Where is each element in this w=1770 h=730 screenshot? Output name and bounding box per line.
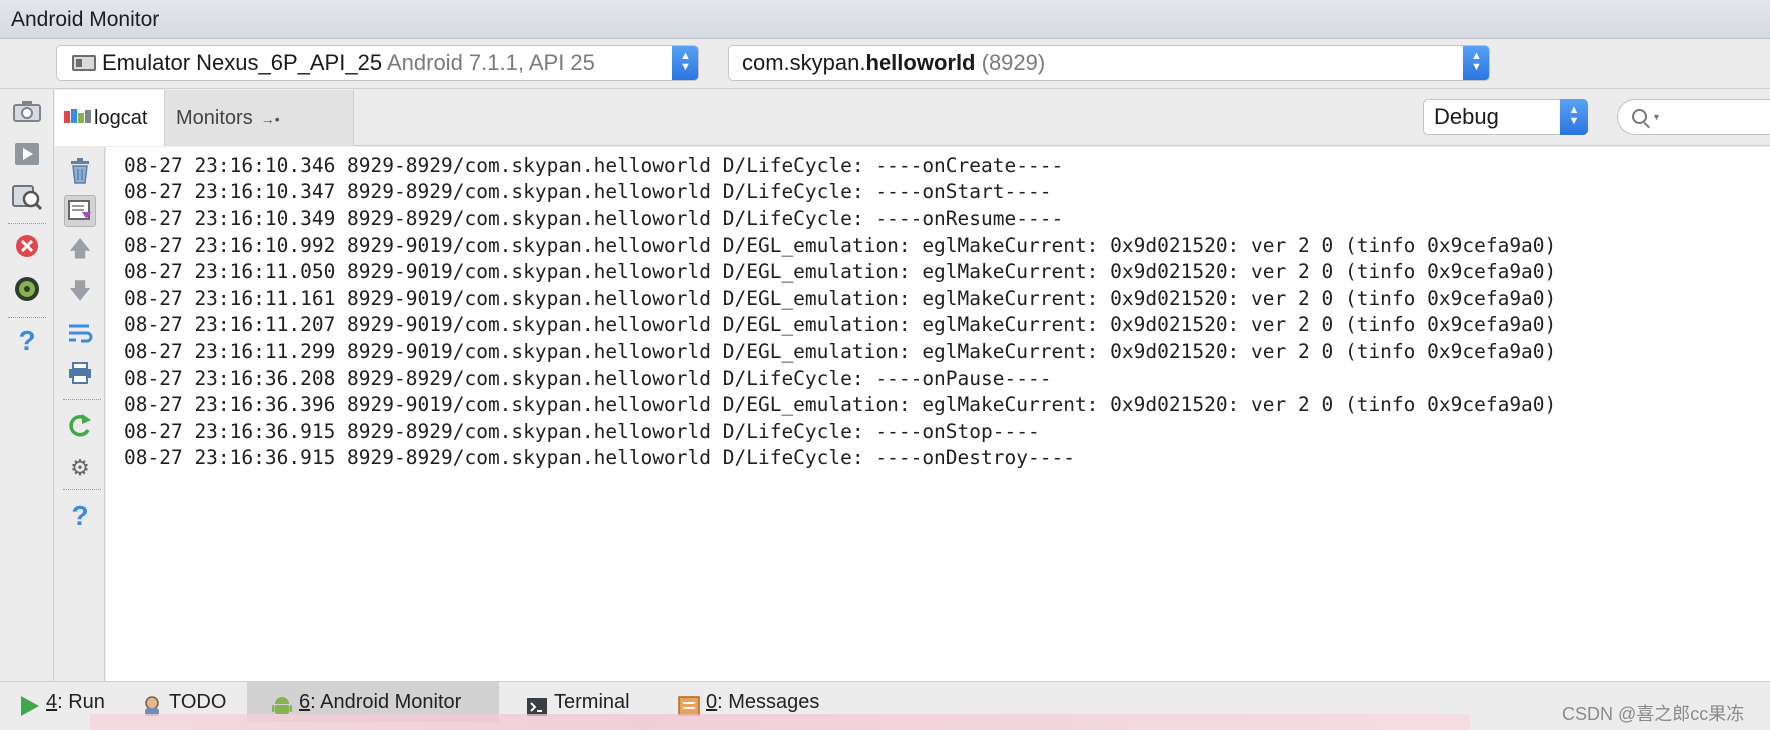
process-pid: (8929) xyxy=(981,50,1046,75)
toolbar-separator xyxy=(63,489,101,490)
tab-terminal-label: Terminal xyxy=(554,691,630,713)
tab-monitors-label: Monitors xyxy=(176,107,253,129)
run-icon xyxy=(18,691,40,716)
help-icon[interactable]: ? xyxy=(11,325,43,356)
tab-logcat[interactable]: logcat xyxy=(55,90,165,146)
search-icon[interactable] xyxy=(1632,109,1647,124)
clear-logcat-icon[interactable] xyxy=(64,155,96,187)
restart-icon[interactable] xyxy=(64,409,96,441)
device-name: Emulator Nexus_6P_API_25 xyxy=(102,50,383,75)
tab-logcat-label: logcat xyxy=(94,107,148,129)
decorative-strip xyxy=(90,714,1470,730)
monitor-side-toolbar: ? xyxy=(0,90,54,681)
help-icon[interactable]: ? xyxy=(64,500,96,532)
device-version: Android 7.1.1, API 25 xyxy=(386,50,595,75)
log-line: 08-27 23:16:36.915 8929-8929/com.skypan.… xyxy=(124,420,1040,443)
title-bar: Android Monitor xyxy=(0,0,1770,39)
log-line: 08-27 23:16:10.992 8929-9019/com.skypan.… xyxy=(124,234,1557,257)
log-level-value: Debug xyxy=(1434,104,1499,129)
up-stack-trace-icon[interactable]: 🡅 xyxy=(64,235,96,267)
logcat-search-input[interactable]: ▼ xyxy=(1617,99,1770,135)
log-line: 08-27 23:16:10.349 8929-8929/com.skypan.… xyxy=(124,207,1064,230)
camera-icon[interactable] xyxy=(11,96,43,126)
pin-icon[interactable]: →• xyxy=(261,111,280,127)
log-line: 08-27 23:16:11.161 8929-9019/com.skypan.… xyxy=(124,287,1557,310)
logcat-icon xyxy=(64,109,92,125)
monitor-tab-row: logcat Monitors →• Debug ▲ ▼ ▼ xyxy=(55,90,1770,146)
log-line: 08-27 23:16:11.299 8929-9019/com.skypan.… xyxy=(124,340,1557,363)
select-stepper-icon[interactable]: ▲ ▼ xyxy=(1463,46,1489,80)
tab-messages-key: 0 xyxy=(706,691,718,713)
layout-inspector-icon[interactable] xyxy=(11,274,43,304)
screen-record-icon[interactable] xyxy=(11,139,43,169)
toolbar-separator xyxy=(8,317,46,318)
process-prefix: com.skypan. xyxy=(742,50,866,75)
window-title: Android Monitor xyxy=(11,8,160,31)
logcat-toolbar: 🡅 🡇 ⚙ ? xyxy=(55,147,105,681)
watermark: CSDN @喜之郎cc果冻 xyxy=(1562,704,1745,724)
device-select[interactable]: Emulator Nexus_6P_API_25 Android 7.1.1, … xyxy=(56,45,699,81)
soft-wraps-icon[interactable] xyxy=(64,317,96,349)
down-stack-trace-icon[interactable]: 🡇 xyxy=(64,277,96,309)
tab-run-label: : Run xyxy=(57,691,105,713)
log-line: 08-27 23:16:10.347 8929-8929/com.skypan.… xyxy=(124,180,1052,203)
toolbar-separator xyxy=(8,223,46,224)
tab-android-monitor-key: 6 xyxy=(299,691,311,713)
chevron-down-icon[interactable]: ▼ xyxy=(1652,112,1661,122)
print-icon[interactable] xyxy=(64,357,96,389)
select-stepper-icon[interactable]: ▲ ▼ xyxy=(672,46,698,80)
terminate-app-icon[interactable] xyxy=(11,231,43,261)
log-line: 08-27 23:16:36.396 8929-9019/com.skypan.… xyxy=(124,393,1557,416)
android-icon xyxy=(271,691,293,714)
log-line: 08-27 23:16:10.346 8929-8929/com.skypan.… xyxy=(124,154,1064,177)
log-line: 08-27 23:16:11.050 8929-9019/com.skypan.… xyxy=(124,260,1557,283)
tab-run-key: 4 xyxy=(46,691,58,713)
toolbar-separator xyxy=(63,399,101,400)
log-line: 08-27 23:16:36.915 8929-8929/com.skypan.… xyxy=(124,446,1075,469)
device-bar: Emulator Nexus_6P_API_25 Android 7.1.1, … xyxy=(0,39,1770,89)
tab-android-monitor-label: : Android Monitor xyxy=(310,691,462,713)
todo-icon xyxy=(141,691,163,716)
settings-icon[interactable]: ⚙ xyxy=(64,452,96,484)
log-line: 08-27 23:16:11.207 8929-9019/com.skypan.… xyxy=(124,313,1557,336)
messages-icon xyxy=(678,691,700,716)
scroll-to-end-icon[interactable] xyxy=(64,195,96,227)
tab-monitors[interactable]: Monitors →• xyxy=(165,90,354,146)
emulator-device-icon xyxy=(72,55,96,71)
process-name: helloworld xyxy=(865,50,976,75)
tab-messages-label: : Messages xyxy=(717,691,820,713)
log-level-select[interactable]: Debug ▲ ▼ xyxy=(1423,99,1588,135)
log-line: 08-27 23:16:36.208 8929-8929/com.skypan.… xyxy=(124,367,1052,390)
logcat-output[interactable]: 08-27 23:16:10.346 8929-8929/com.skypan.… xyxy=(106,147,1770,681)
system-info-icon[interactable] xyxy=(11,182,43,212)
terminal-icon xyxy=(526,691,548,716)
process-select[interactable]: com.skypan.helloworld (8929) ▲ ▼ xyxy=(728,45,1490,81)
select-stepper-icon[interactable]: ▲ ▼ xyxy=(1560,99,1588,135)
tab-todo-label: TODO xyxy=(169,691,227,713)
